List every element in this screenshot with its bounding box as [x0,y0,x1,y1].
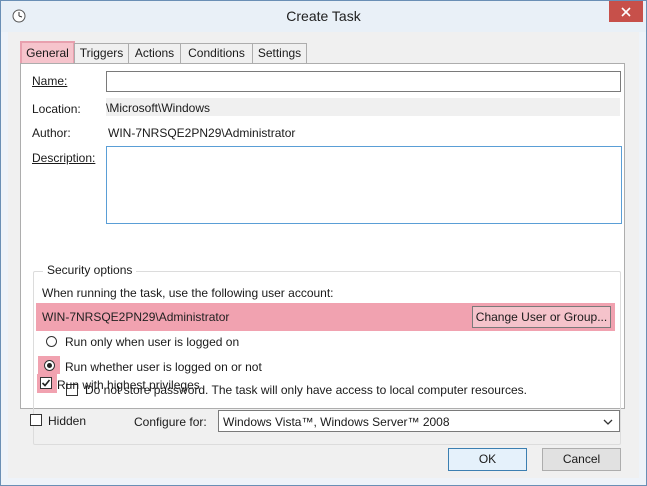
tab-label: Actions [134,46,175,60]
ok-button[interactable]: OK [448,448,527,471]
dialog-client: General Triggers Actions Conditions Sett… [8,32,639,478]
hidden-checkbox[interactable] [30,414,42,426]
location-field: \Microsoft\Windows [106,98,620,116]
configure-for-select[interactable]: Windows Vista™, Windows Server™ 2008 [218,410,620,432]
author-label: Author: [32,126,71,140]
close-icon [621,6,631,17]
hidden-label[interactable]: Hidden [48,414,86,428]
tab-label: Triggers [79,46,124,60]
description-textarea[interactable] [106,146,622,224]
security-options-title: Security options [43,263,137,277]
ok-button-label: OK [478,452,497,466]
tab-actions[interactable]: Actions [128,43,181,63]
description-label-text: Description: [32,151,96,165]
window-title: Create Task [286,8,361,24]
location-label: Location: [32,102,81,116]
change-user-button[interactable]: Change User or Group... [472,306,611,328]
tab-label: General [26,46,69,60]
hidden-label-text: Hidden [48,414,87,428]
run-whether-logged-on-label[interactable]: Run whether user is logged on or not [65,360,262,374]
account-prompt: When running the task, use the following… [42,286,334,300]
chevron-down-icon [603,419,613,425]
tab-general[interactable]: General [20,41,75,65]
tab-label: Conditions [188,46,245,60]
account-value: WIN-7NRSQE2PN29\Administrator [42,310,230,324]
run-highest-privileges-label[interactable]: Run with highest privileges [57,378,200,392]
location-value: \Microsoft\Windows [106,101,211,115]
tab-triggers[interactable]: Triggers [74,43,129,63]
run-highest-privileges-checkbox[interactable] [40,377,52,389]
cancel-button-label: Cancel [562,452,601,466]
cancel-button[interactable]: Cancel [542,448,621,471]
description-label: Description: [32,151,95,165]
configure-for-value: Windows Vista™, Windows Server™ 2008 [223,415,450,429]
run-only-logged-on-label[interactable]: Run only when user is logged on [65,335,239,349]
general-panel: Name: Location: \Microsoft\Windows Autho… [20,63,625,445]
create-task-window: Create Task General Triggers Actions Con… [0,0,647,486]
author-value: WIN-7NRSQE2PN29\Administrator [108,126,296,140]
close-button[interactable] [609,1,643,22]
name-field[interactable] [106,71,621,92]
configure-label: Configure for: [134,415,207,429]
tab-label: Settings [257,46,302,60]
title-bar[interactable]: Create Task [1,1,646,32]
tab-settings[interactable]: Settings [252,43,307,63]
name-label-text: Name: [32,74,68,88]
checkmark-icon [41,379,51,387]
name-label: Name: [32,74,67,88]
change-user-button-label: Change User or Group... [475,310,608,324]
run-only-logged-on-radio[interactable] [46,336,57,347]
tab-conditions[interactable]: Conditions [180,43,253,63]
radio-selected-dot [47,363,52,368]
run-whether-logged-on-radio[interactable] [44,360,55,371]
